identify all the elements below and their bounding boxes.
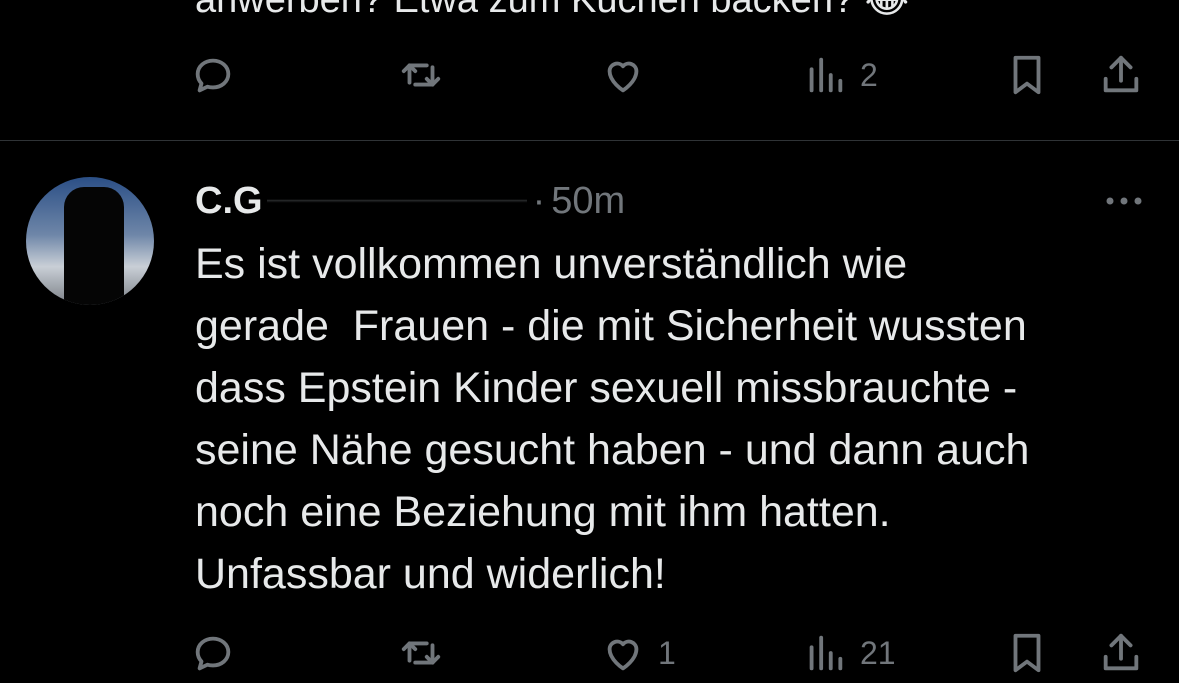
bookmark-button[interactable] <box>1004 45 1050 105</box>
like-button[interactable] <box>600 45 658 105</box>
reply-icon <box>195 58 231 93</box>
previous-tweet: anwerben? Etwa zum Kuchen backen? 😂 2 <box>0 0 1179 140</box>
reply-icon <box>195 636 231 671</box>
like-count: 1 <box>658 634 676 671</box>
tweet-text-line: seine Nähe gesucht haben - und dann auch <box>195 426 1030 474</box>
tweet-text-line: gerade Frauen - die mit Sicherheit wusst… <box>195 302 1027 350</box>
previous-tweet-text: anwerben? Etwa zum Kuchen backen? 😂 <box>195 0 910 21</box>
tweet-text-line: dass Epstein Kinder sexuell missbrauchte… <box>195 364 1018 412</box>
share-icon <box>1103 633 1139 671</box>
share-button[interactable] <box>1098 45 1144 105</box>
bookmark-icon <box>1013 633 1041 673</box>
like-button[interactable]: 1 <box>600 623 676 683</box>
retweet-icon <box>401 641 441 665</box>
avatar-silhouette <box>64 187 124 305</box>
tweet-text-line: Unfassbar und widerlich! <box>195 550 666 598</box>
more-icon[interactable] <box>1102 189 1146 213</box>
bookmark-button[interactable] <box>1004 623 1050 683</box>
heart-icon <box>607 639 639 671</box>
views-icon <box>809 57 843 93</box>
avatar[interactable] <box>26 177 154 305</box>
tweet-header: C.G · 50m <box>195 179 625 223</box>
views-count: 2 <box>860 56 878 93</box>
share-button[interactable] <box>1098 623 1144 683</box>
views-button[interactable]: 2 <box>802 45 878 105</box>
tweet-action-bar: 1 21 <box>0 623 1179 683</box>
tweet-time[interactable]: 50m <box>551 180 625 223</box>
share-icon <box>1103 55 1139 93</box>
tweet-text-line: Es ist vollkommen unverständlich wie <box>195 240 908 288</box>
views-button[interactable]: 21 <box>802 623 896 683</box>
retweet-button[interactable] <box>398 45 456 105</box>
views-count: 21 <box>860 634 896 671</box>
bookmark-icon <box>1013 55 1041 95</box>
views-icon <box>809 635 843 671</box>
tweet-text: Es ist vollkommen unverständlich wie ger… <box>195 233 1155 605</box>
retweet-button[interactable] <box>398 623 456 683</box>
display-name[interactable]: C.G <box>195 180 263 223</box>
tweet[interactable]: C.G · 50m Es ist vollkommen unverständli… <box>0 141 1179 673</box>
tweet-text-line: noch eine Beziehung mit ihm hatten. <box>195 488 891 536</box>
reply-button[interactable] <box>190 45 248 105</box>
previous-tweet-action-bar: 2 <box>0 45 1179 105</box>
reply-button[interactable] <box>190 623 248 683</box>
retweet-icon <box>401 63 441 87</box>
redacted-username <box>266 183 527 219</box>
heart-icon <box>607 61 639 93</box>
time-separator: · <box>532 179 546 222</box>
